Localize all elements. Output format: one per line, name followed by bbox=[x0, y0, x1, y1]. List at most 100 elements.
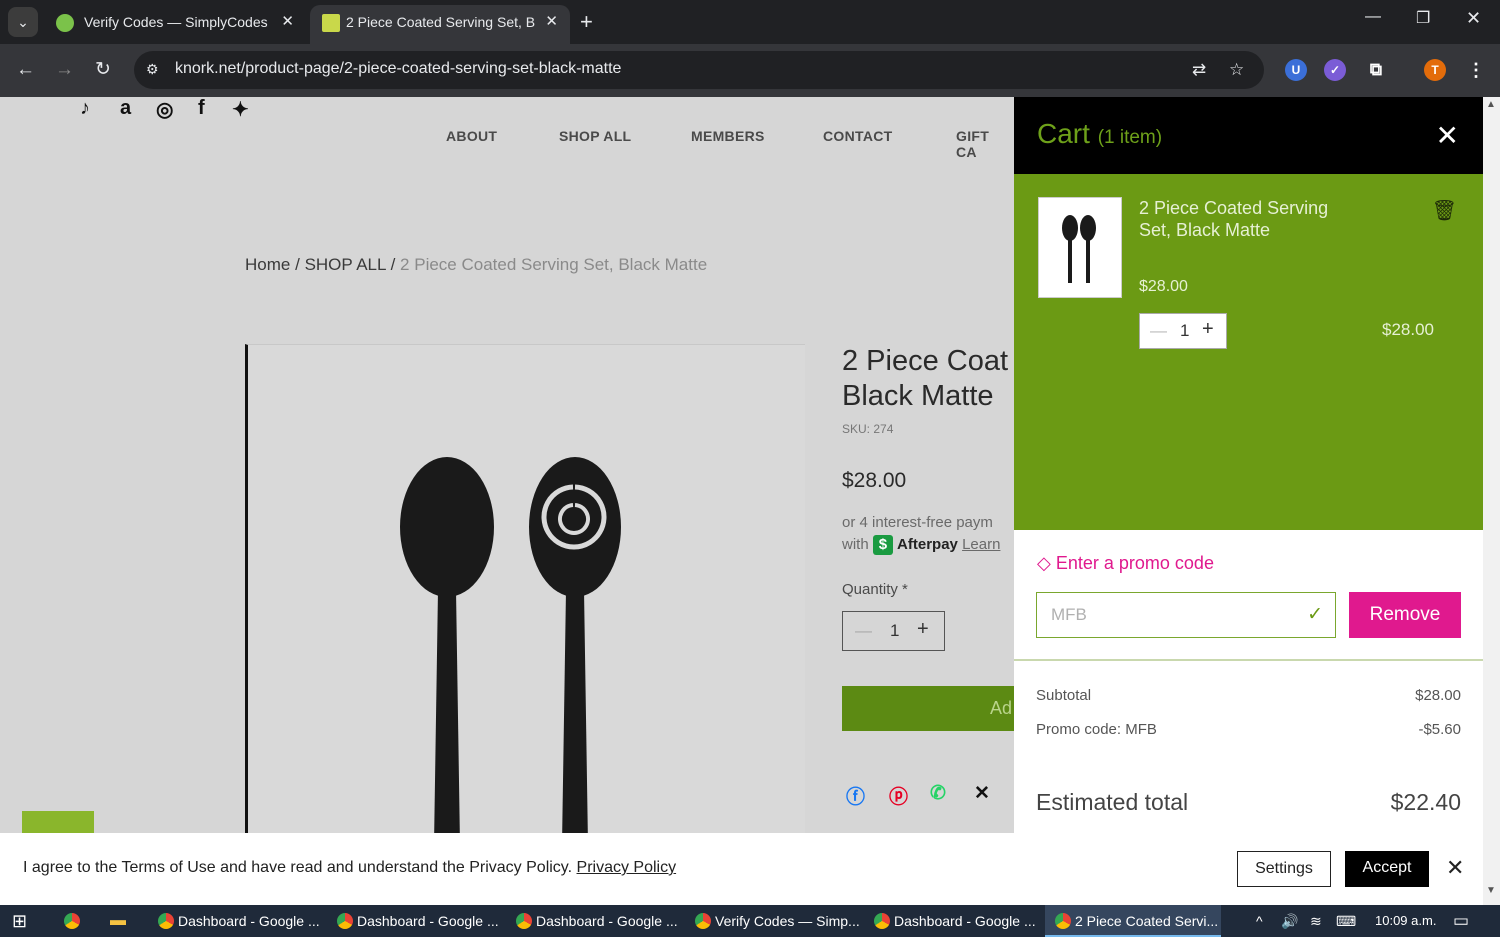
back-icon[interactable]: ← bbox=[16, 57, 35, 83]
taskbar-window[interactable]: Dashboard - Google ... bbox=[866, 905, 1036, 937]
nav-shop-all[interactable]: SHOP ALL bbox=[559, 128, 631, 144]
taskbar-window[interactable]: Dashboard - Google ... bbox=[508, 905, 678, 937]
cart-item-qty[interactable]: 1 bbox=[1180, 321, 1189, 341]
quantity-value[interactable]: 1 bbox=[890, 621, 899, 641]
translate-icon[interactable]: ⇄ bbox=[1192, 60, 1206, 80]
promo-label: Enter a promo code bbox=[1055, 553, 1214, 573]
promo-code-value: MFB bbox=[1051, 605, 1087, 624]
knork-favicon-icon bbox=[322, 14, 340, 32]
tab-knork-product[interactable]: 2 Piece Coated Serving Set, Bla ✕ bbox=[310, 5, 570, 44]
url-text: knork.net/product-page/2-piece-coated-se… bbox=[175, 60, 622, 77]
close-tab-icon[interactable]: ✕ bbox=[281, 5, 294, 39]
taskbar-window[interactable]: Verify Codes — Simp... bbox=[687, 905, 860, 937]
decrement-icon[interactable]: — bbox=[855, 621, 872, 641]
afterpay-learn-more-link[interactable]: Learn bbox=[962, 536, 1000, 553]
cookie-close-icon[interactable]: ✕ bbox=[1446, 855, 1464, 881]
nav-gift-card[interactable]: GIFT CA bbox=[956, 128, 1014, 160]
cart-item-quantity-stepper[interactable]: — 1 + bbox=[1139, 313, 1227, 349]
cookie-consent-bar: I agree to the Terms of Use and have rea… bbox=[0, 833, 1483, 905]
taskbar-window[interactable]: Dashboard - Google ... bbox=[150, 905, 320, 937]
page-scrollbar[interactable]: ▲ ▼ bbox=[1483, 97, 1500, 905]
share-whatsapp-icon[interactable]: ✆ bbox=[930, 782, 946, 805]
tab-search-button[interactable]: ⌄ bbox=[8, 7, 38, 37]
afterpay-brand: Afterpay bbox=[897, 536, 958, 553]
share-facebook-icon[interactable]: ⓕ bbox=[846, 782, 865, 809]
cart-item-thumbnail[interactable] bbox=[1038, 197, 1122, 298]
scroll-up-icon[interactable]: ▲ bbox=[1486, 99, 1496, 110]
new-tab-button[interactable]: + bbox=[580, 7, 593, 37]
scroll-down-icon[interactable]: ▼ bbox=[1486, 885, 1496, 896]
taskbar-window[interactable]: Dashboard - Google ... bbox=[329, 905, 499, 937]
file-explorer-icon[interactable]: ▬ bbox=[110, 905, 126, 937]
nav-about[interactable]: ABOUT bbox=[446, 128, 497, 144]
taskbar-window-title: Dashboard - Google ... bbox=[894, 913, 1036, 929]
tray-chevron-icon[interactable]: ^ bbox=[1256, 905, 1263, 937]
wifi-icon[interactable]: ≋ bbox=[1310, 905, 1322, 937]
divider bbox=[1014, 659, 1483, 661]
clock[interactable]: 10:09 a.m. bbox=[1375, 905, 1436, 937]
remove-promo-button[interactable]: Remove bbox=[1349, 592, 1461, 638]
profile-avatar[interactable]: T bbox=[1424, 59, 1446, 81]
share-x-icon[interactable]: ✕ bbox=[974, 782, 990, 805]
increment-icon[interactable]: + bbox=[1202, 318, 1214, 341]
privacy-policy-link[interactable]: Privacy Policy bbox=[577, 859, 677, 876]
bookmark-star-icon[interactable]: ☆ bbox=[1229, 60, 1244, 80]
cart-header: Cart (1 item) ✕ bbox=[1014, 97, 1483, 174]
cart-item-name[interactable]: 2 Piece Coated Serving Set, Black Matte bbox=[1139, 197, 1329, 241]
close-tab-icon[interactable]: ✕ bbox=[545, 5, 558, 39]
instagram-icon[interactable]: ◎ bbox=[156, 97, 173, 122]
forward-icon[interactable]: → bbox=[55, 57, 74, 83]
tab-title: 2 Piece Coated Serving Set, Bla bbox=[346, 14, 536, 30]
site-info-icon[interactable]: ⚙ bbox=[146, 61, 159, 78]
quantity-stepper[interactable]: — 1 + bbox=[842, 611, 945, 651]
product-price: $28.00 bbox=[842, 469, 907, 492]
promo-line-label: Promo code: MFB bbox=[1036, 721, 1157, 738]
nav-members[interactable]: MEMBERS bbox=[691, 128, 765, 144]
cookie-accept-button[interactable]: Accept bbox=[1345, 851, 1429, 887]
facebook-icon[interactable]: f bbox=[198, 97, 205, 120]
nav-contact[interactable]: CONTACT bbox=[823, 128, 893, 144]
keyboard-icon[interactable]: ⌨ bbox=[1336, 905, 1356, 937]
chrome-icon bbox=[158, 913, 174, 929]
amazon-icon[interactable]: a bbox=[120, 97, 131, 120]
twitter-icon[interactable]: ✦ bbox=[232, 97, 249, 122]
cart-item-list: 2 Piece Coated Serving Set, Black Matte … bbox=[1014, 174, 1483, 530]
minimize-icon[interactable]: — bbox=[1365, 8, 1381, 26]
volume-icon[interactable]: 🔊 bbox=[1281, 905, 1298, 937]
tiktok-icon[interactable]: ♪ bbox=[80, 97, 90, 120]
breadcrumb-current: 2 Piece Coated Serving Set, Black Matte bbox=[400, 255, 708, 274]
chat-widget-button[interactable] bbox=[22, 811, 94, 833]
address-bar[interactable]: ⚙ knork.net/product-page/2-piece-coated-… bbox=[134, 51, 1264, 89]
taskbar-window-active[interactable]: 2 Piece Coated Servi... bbox=[1045, 905, 1221, 937]
breadcrumb-home[interactable]: Home bbox=[245, 255, 290, 274]
chrome-icon bbox=[874, 913, 890, 929]
breadcrumb-shop-all[interactable]: SHOP ALL bbox=[305, 255, 386, 274]
promo-code-toggle[interactable]: ◇ Enter a promo code bbox=[1037, 553, 1214, 574]
notifications-icon[interactable]: ▭ bbox=[1453, 905, 1469, 937]
reload-icon[interactable]: ↻ bbox=[95, 57, 111, 83]
extension-shield-icon[interactable]: U bbox=[1285, 59, 1307, 81]
promo-code-input[interactable]: MFB ✓ bbox=[1036, 592, 1336, 638]
add-to-cart-button[interactable]: Ad bbox=[842, 686, 1014, 731]
promo-discount-row: Promo code: MFB -$5.60 bbox=[1036, 721, 1461, 738]
share-pinterest-icon[interactable]: ⓟ bbox=[889, 782, 908, 809]
close-cart-icon[interactable]: ✕ bbox=[1436, 119, 1459, 152]
close-window-icon[interactable]: ✕ bbox=[1466, 8, 1481, 29]
browser-menu-icon[interactable]: ⋮ bbox=[1465, 59, 1487, 81]
start-grid-icon[interactable]: ⊞ bbox=[12, 905, 27, 937]
breadcrumb-separator: / bbox=[295, 255, 300, 274]
product-page: ♪ a ◎ f ✦ ABOUT SHOP ALL MEMBERS CONTACT… bbox=[0, 97, 1014, 833]
extension-purple-icon[interactable]: ✓ bbox=[1324, 59, 1346, 81]
trash-icon[interactable]: 🗑 bbox=[1432, 198, 1457, 223]
product-image[interactable] bbox=[245, 344, 805, 833]
restore-icon[interactable]: ❐ bbox=[1416, 8, 1430, 28]
decrement-icon[interactable]: — bbox=[1150, 321, 1167, 341]
tab-simplycodes[interactable]: Verify Codes — SimplyCodes ✕ bbox=[44, 5, 306, 44]
os-taskbar: ⊞ ▬ Dashboard - Google ... Dashboard - G… bbox=[0, 905, 1500, 937]
increment-icon[interactable]: + bbox=[917, 618, 929, 641]
chrome-icon bbox=[516, 913, 532, 929]
chrome-taskbar-icon[interactable] bbox=[64, 905, 84, 937]
extensions-puzzle-icon[interactable]: ⧉ bbox=[1365, 59, 1387, 81]
cookie-settings-button[interactable]: Settings bbox=[1237, 851, 1331, 887]
subtotal-label: Subtotal bbox=[1036, 687, 1092, 704]
